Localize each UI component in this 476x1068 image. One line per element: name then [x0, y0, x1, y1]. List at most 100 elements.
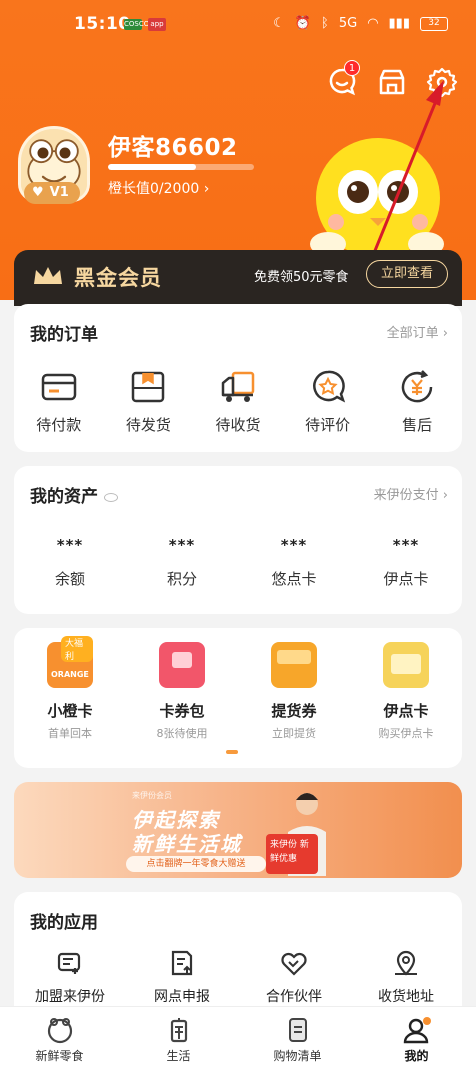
assets-card: 我的资产 来伊份支付 › *** 余额 *** 积分 *** 悠点卡 *** 伊点卡 — [14, 466, 462, 614]
store-button[interactable] — [376, 66, 408, 98]
all-orders-link[interactable]: 全部订单 › — [387, 322, 448, 341]
asset-yidian-card[interactable]: *** 伊点卡 — [350, 536, 462, 589]
asset-label: 积分 — [166, 570, 197, 588]
app-franchise[interactable]: 加盟来伊份 — [14, 948, 126, 1006]
wallet-item-sub: 首单回本 — [48, 727, 92, 740]
order-after-sales[interactable]: 售后 — [372, 368, 462, 435]
moon-icon: ☾ — [273, 16, 285, 31]
vip-view-button[interactable]: 立即查看 — [366, 260, 448, 288]
app-label: 合作伙伴 — [266, 989, 322, 1005]
app-partners[interactable]: 合作伙伴 — [238, 948, 350, 1006]
notification-icon: COSCO — [124, 19, 150, 30]
eye-icon[interactable] — [104, 492, 118, 502]
asset-label: 悠点卡 — [271, 570, 317, 588]
wallet-item-sub: 购买伊点卡 — [378, 727, 434, 740]
signal-icon: ▮▮▮ — [388, 16, 410, 31]
yidian-card-item[interactable]: 伊点卡 购买伊点卡 — [350, 642, 462, 741]
coupon-wallet-item[interactable]: 卡券包 8张待使用 — [126, 642, 238, 741]
growth-progress-fill — [108, 164, 196, 170]
wallet-grid: 大福利 ORANGE 小橙卡 首单回本 卡券包 8张待使用 提货券 立即提货 伊… — [14, 636, 462, 741]
yidian-icon-inner — [391, 654, 421, 674]
alarm-icon: ⏰ — [294, 16, 312, 31]
order-pending-receipt[interactable]: 待收货 — [193, 368, 283, 435]
asset-balance[interactable]: *** 余额 — [14, 536, 126, 589]
app-outlet-report[interactable]: 网点申报 — [126, 948, 238, 1006]
order-pending-shipment[interactable]: 待发货 — [104, 368, 194, 435]
payment-link[interactable]: 来伊份支付 › — [374, 484, 448, 503]
app-label: 加盟来伊份 — [35, 989, 105, 1005]
wallet-card-icon — [41, 373, 77, 401]
banner-tag: 来伊份 新鲜优惠 — [266, 834, 318, 874]
after-sales-yuan-icon — [401, 370, 433, 403]
voucher-icon-inner — [277, 650, 311, 664]
status-bar: 15:10 COSCO app ☾ ⏰ ᛒ 5G ◠ ▮▮▮ 32 — [0, 10, 476, 40]
vip-promo-text: 免费领50元零食 — [254, 270, 349, 285]
tab-snacks[interactable]: 新鲜零食 — [0, 1007, 119, 1068]
asset-value: *** — [392, 536, 420, 554]
apps-grid: 加盟来伊份 网点申报 合作伙伴 收货地址 — [14, 948, 462, 1006]
vip-banner[interactable]: 黑金会员 免费领50元零食 立即查看 — [14, 250, 462, 306]
address-pin-icon — [395, 950, 417, 976]
wifi-icon: ◠ — [367, 16, 379, 31]
asset-value: *** — [280, 536, 308, 554]
partner-handshake-icon — [281, 952, 307, 976]
tab-label: 生活 — [166, 1049, 191, 1063]
header-actions: 1 — [326, 60, 458, 98]
asset-youdian-card[interactable]: *** 悠点卡 — [238, 536, 350, 589]
pickup-voucher-icon — [271, 642, 317, 688]
franchise-icon — [57, 952, 81, 974]
settings-button[interactable] — [426, 66, 458, 98]
order-pending-payment[interactable]: 待付款 — [14, 368, 104, 435]
member-level-badge: ♥ V1 — [24, 182, 80, 204]
delivery-truck-icon — [221, 371, 255, 402]
coupon-icon-inner — [172, 652, 192, 668]
order-status-grid: 待付款 待发货 待收货 待评价 售后 — [14, 368, 462, 435]
growth-value-link[interactable]: 橙长值0/2000 › — [108, 178, 209, 198]
assets-title: 我的资产 — [30, 482, 118, 507]
app-address[interactable]: 收货地址 — [350, 948, 462, 1006]
tab-label: 新鲜零食 — [35, 1049, 84, 1063]
outlet-report-icon — [171, 950, 193, 976]
tab-shopping-list[interactable]: 购物清单 — [238, 1007, 357, 1068]
shopping-list-icon — [288, 1018, 307, 1042]
order-status-label: 待评价 — [305, 416, 351, 434]
bluetooth-icon: ᛒ — [321, 16, 329, 31]
orders-card: 我的订单 全部订单 › 待付款 待发货 待收货 待评价 售后 — [14, 304, 462, 452]
wallet-item-title: 卡券包 — [159, 702, 205, 720]
wallet-item-title: 小橙卡 — [47, 702, 93, 720]
heart-icon: ♥ — [32, 185, 44, 200]
asset-value: *** — [168, 536, 196, 554]
growth-progress-bar — [108, 164, 254, 170]
wallet-item-title: 伊点卡 — [383, 702, 429, 720]
review-star-icon — [312, 370, 345, 403]
orders-title: 我的订单 — [30, 325, 98, 345]
orange-card-badge: 大福利 — [61, 636, 93, 662]
message-count-badge: 1 — [344, 60, 360, 76]
status-time: 15:10 — [74, 14, 131, 34]
snack-icon — [47, 1018, 72, 1044]
orange-card-item[interactable]: 大福利 ORANGE 小橙卡 首单回本 — [14, 636, 126, 741]
message-button[interactable]: 1 — [326, 60, 360, 98]
banner-cta-strip: 点击翻牌一年零食大赠送 — [126, 856, 266, 872]
order-status-label: 待付款 — [36, 416, 82, 434]
asset-points[interactable]: *** 积分 — [126, 536, 238, 589]
bottom-tab-bar: 新鲜零食 生活 购物清单 我的 — [0, 1006, 476, 1068]
tab-life[interactable]: 生活 — [119, 1007, 238, 1068]
tab-label: 我的 — [404, 1049, 429, 1063]
package-box-icon — [132, 371, 165, 403]
mascot-illustration — [310, 138, 444, 258]
wallet-item-title: 提货券 — [271, 702, 317, 720]
wallet-card: 大福利 ORANGE 小橙卡 首单回本 卡券包 8张待使用 提货券 立即提货 伊… — [14, 628, 462, 768]
promo-banner[interactable]: 来伊份会员 伊起探索 新鲜生活城 点击翻牌一年零食大赠送 来伊份 新鲜优惠 — [14, 782, 462, 878]
tab-profile[interactable]: 我的 — [357, 1007, 476, 1068]
order-status-label: 售后 — [402, 416, 433, 434]
order-pending-review[interactable]: 待评价 — [283, 368, 373, 435]
profile-icon — [403, 1017, 431, 1044]
asset-value: *** — [56, 536, 84, 554]
pickup-voucher-item[interactable]: 提货券 立即提货 — [238, 642, 350, 741]
banner-brand: 来伊份会员 — [132, 791, 172, 800]
wallet-item-sub: 8张待使用 — [156, 727, 208, 740]
assets-grid: *** 余额 *** 积分 *** 悠点卡 *** 伊点卡 — [14, 536, 462, 589]
member-level: V1 — [49, 185, 69, 200]
app-label: 网点申报 — [154, 989, 210, 1005]
